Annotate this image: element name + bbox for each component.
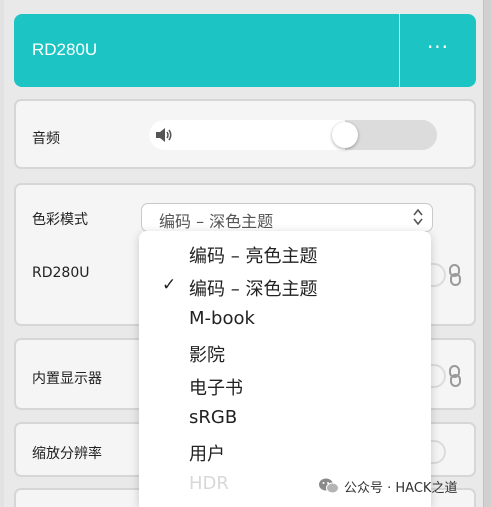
option-label: 编码 – 亮色主题 (189, 246, 318, 267)
volume-slider-fill (149, 120, 345, 150)
option-label: 电子书 (189, 378, 243, 399)
color-mode-option[interactable]: 用户 (139, 436, 431, 469)
link-icon[interactable] (448, 365, 462, 387)
watermark: 公众号 · HACK之道 (318, 475, 457, 497)
color-mode-option[interactable]: 影院 (139, 337, 431, 370)
wechat-icon (319, 478, 339, 494)
option-label: 编码 – 深色主题 (189, 279, 318, 300)
option-label: sRGB (189, 407, 238, 428)
color-mode-display-label: RD280U (32, 265, 90, 281)
color-mode-option[interactable]: 编码 – 亮色主题 (139, 238, 431, 271)
option-label: 用户 (189, 444, 225, 465)
toggle-edge (430, 364, 446, 388)
builtin-display-label: 内置显示器 (32, 371, 102, 387)
volume-slider[interactable] (149, 120, 437, 150)
chevron-updown-icon (413, 208, 423, 226)
color-mode-select[interactable]: 编码 – 深色主题 (141, 203, 433, 232)
scaling-label: 缩放分辨率 (32, 446, 102, 462)
watermark-text: 公众号 · HACK之道 (344, 480, 458, 496)
color-mode-label: 色彩模式 (32, 212, 88, 228)
toggle-edge (430, 440, 446, 464)
link-icon[interactable] (448, 264, 462, 286)
color-mode-option[interactable]: 电子书 (139, 370, 431, 403)
color-mode-selected-value: 编码 – 深色主题 (159, 212, 274, 231)
checkmark-icon: ✓ (162, 275, 177, 295)
audio-card: 音频 (14, 99, 476, 169)
color-mode-dropdown: 编码 – 亮色主题 ✓ 编码 – 深色主题 M-book 影院 电子书 sRGB… (139, 231, 431, 507)
window-scrollbar[interactable] (483, 0, 491, 507)
volume-slider-thumb[interactable] (332, 122, 358, 148)
audio-label: 音频 (32, 131, 60, 147)
display-header: RD280U ··· (14, 14, 476, 87)
color-mode-option[interactable]: sRGB (139, 403, 431, 436)
window-left-edge (0, 0, 4, 507)
more-options-button[interactable]: ··· (400, 14, 476, 87)
option-label: M-book (189, 308, 255, 329)
speaker-icon (156, 128, 172, 142)
toggle-edge (430, 263, 446, 287)
color-mode-option[interactable]: M-book (139, 304, 431, 337)
option-label: HDR (189, 473, 229, 494)
color-mode-option-selected[interactable]: ✓ 编码 – 深色主题 (139, 271, 431, 304)
option-label: 影院 (189, 345, 225, 366)
display-title: RD280U (32, 40, 98, 59)
